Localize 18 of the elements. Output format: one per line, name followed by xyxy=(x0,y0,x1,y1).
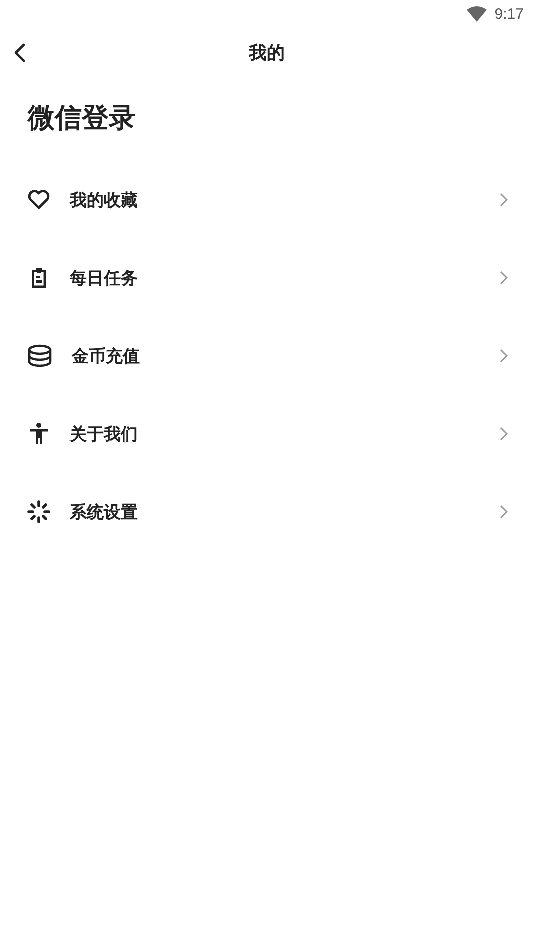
wifi-icon xyxy=(466,6,487,22)
menu-item[interactable]: 每日任务 xyxy=(0,239,534,317)
status-time: 9:17 xyxy=(494,6,524,22)
loading-icon xyxy=(27,500,51,524)
chevron-icon xyxy=(500,349,508,363)
person-icon xyxy=(27,422,51,446)
menu-item[interactable]: 我的收藏 xyxy=(0,161,534,239)
database-icon xyxy=(27,344,53,368)
chevron-icon xyxy=(500,505,508,519)
login-link[interactable]: 微信登录 xyxy=(28,100,136,136)
menu-item[interactable]: 系统设置 xyxy=(0,473,534,551)
page-title: 我的 xyxy=(249,42,285,65)
menu-item[interactable]: 金币充值 xyxy=(0,317,534,395)
heart-icon xyxy=(27,188,51,212)
menu-item[interactable]: 关于我们 xyxy=(0,395,534,473)
chevron-icon xyxy=(500,271,508,285)
chevron-icon xyxy=(500,193,508,207)
chevron-icon xyxy=(500,427,508,441)
